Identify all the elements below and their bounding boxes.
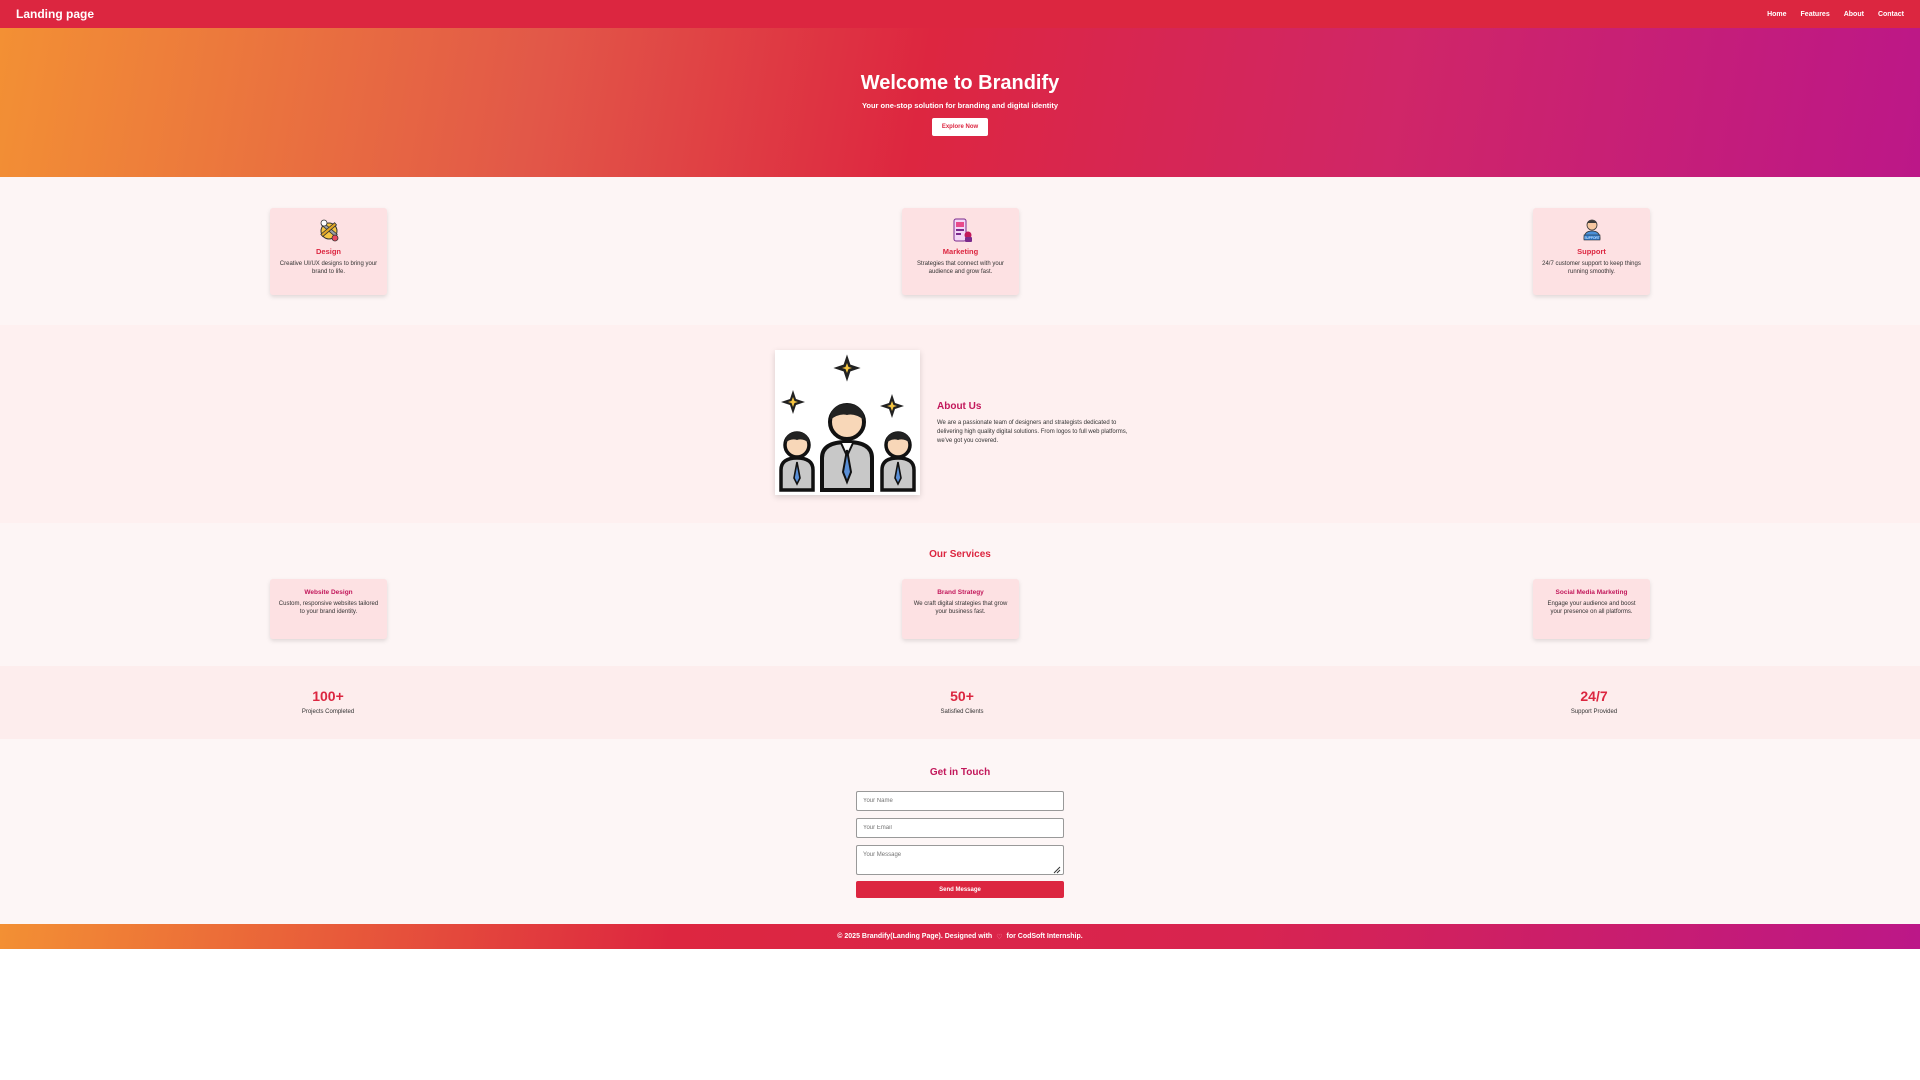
- feature-text: Creative UI/UX designs to bring your bra…: [279, 261, 378, 275]
- footer: © 2025 Brandify(Landing Page). Designed …: [0, 924, 1920, 949]
- stat-value: 24/7: [1580, 688, 1608, 704]
- features-section: Design Creative UI/UX designs to bring y…: [0, 177, 1920, 325]
- heart-icon: ♡: [996, 933, 1003, 941]
- nav-link-about[interactable]: About: [1844, 11, 1864, 18]
- hero-subtitle: Your one-stop solution for branding and …: [861, 101, 1059, 110]
- nav-link-home[interactable]: Home: [1767, 11, 1786, 18]
- hero-title: Welcome to Brandify: [860, 72, 1060, 94]
- contact-section: Get in Touch Send Message: [0, 739, 1920, 924]
- about-title: About Us: [937, 401, 982, 412]
- services-section: Our Services Website Design Custom, resp…: [0, 523, 1920, 666]
- stat-value: 100+: [312, 688, 344, 704]
- about-section: About Us We are a passionate team of des…: [0, 325, 1920, 523]
- send-message-button[interactable]: Send Message: [856, 881, 1064, 898]
- navbar: Landing page Home Features About Contact: [0, 0, 1920, 28]
- explore-now-button[interactable]: Explore Now: [931, 118, 989, 136]
- service-text: Custom, responsive websites tailored to …: [278, 601, 379, 615]
- nav-links: Home Features About Contact: [1767, 11, 1904, 18]
- feature-title: Design: [315, 247, 341, 256]
- service-text: We craft digital strategies that grow yo…: [913, 601, 1008, 615]
- stat-projects: 100+ Projects Completed: [248, 688, 408, 715]
- about-text-block: About Us We are a passionate team of des…: [937, 401, 1142, 446]
- stat-value: 50+: [950, 688, 974, 704]
- stat-label: Support Provided: [1570, 709, 1618, 715]
- team-illustration-icon: [779, 354, 916, 492]
- design-tools-icon: [319, 219, 338, 242]
- service-text: Engage your audience and boost your pres…: [1547, 601, 1636, 615]
- feature-title: Support: [1577, 247, 1606, 256]
- footer-text-before: © 2025 Brandify(Landing Page). Designed …: [837, 933, 993, 940]
- feature-card-support: SUPPORT Support 24/7 customer support to…: [1533, 208, 1650, 295]
- contact-title: Get in Touch: [929, 767, 991, 778]
- feature-title: Marketing: [942, 247, 979, 256]
- service-card-social-media: Social Media Marketing Engage your audie…: [1533, 579, 1650, 639]
- svg-text:SUPPORT: SUPPORT: [1584, 236, 1599, 240]
- nav-link-features[interactable]: Features: [1801, 11, 1830, 18]
- stat-support: 24/7 Support Provided: [1514, 688, 1674, 715]
- team-illustration: [775, 350, 920, 495]
- stat-clients: 50+ Satisfied Clients: [882, 688, 1042, 715]
- feature-text: 24/7 customer support to keep things run…: [1542, 261, 1641, 275]
- support-agent-icon: SUPPORT: [1583, 219, 1600, 241]
- stat-label: Projects Completed: [301, 709, 355, 715]
- feature-card-design: Design Creative UI/UX designs to bring y…: [270, 208, 387, 295]
- service-title: Website Design: [304, 589, 353, 596]
- resize-handle-icon[interactable]: [1053, 866, 1061, 874]
- services-title: Our Services: [929, 549, 991, 560]
- message-field[interactable]: [856, 845, 1064, 875]
- footer-text-after: for CodSoft Internship.: [1006, 933, 1083, 940]
- service-title: Brand Strategy: [937, 589, 984, 596]
- service-title: Social Media Marketing: [1555, 589, 1628, 596]
- hero-section: Welcome to Brandify Your one-stop soluti…: [0, 28, 1920, 177]
- stat-label: Satisfied Clients: [940, 709, 984, 715]
- name-field[interactable]: [856, 791, 1064, 811]
- marketing-phone-icon: [953, 218, 972, 242]
- email-field[interactable]: [856, 818, 1064, 838]
- stats-section: 100+ Projects Completed 50+ Satisfied Cl…: [0, 666, 1920, 739]
- service-card-brand-strategy: Brand Strategy We craft digital strategi…: [902, 579, 1019, 639]
- feature-text: Strategies that connect with your audien…: [916, 261, 1005, 275]
- feature-card-marketing: Marketing Strategies that connect with y…: [902, 208, 1019, 295]
- nav-link-contact[interactable]: Contact: [1878, 11, 1904, 18]
- service-card-website-design: Website Design Custom, responsive websit…: [270, 579, 387, 639]
- about-description: We are a passionate team of designers an…: [937, 420, 1128, 444]
- brand-logo[interactable]: Landing page: [16, 7, 94, 21]
